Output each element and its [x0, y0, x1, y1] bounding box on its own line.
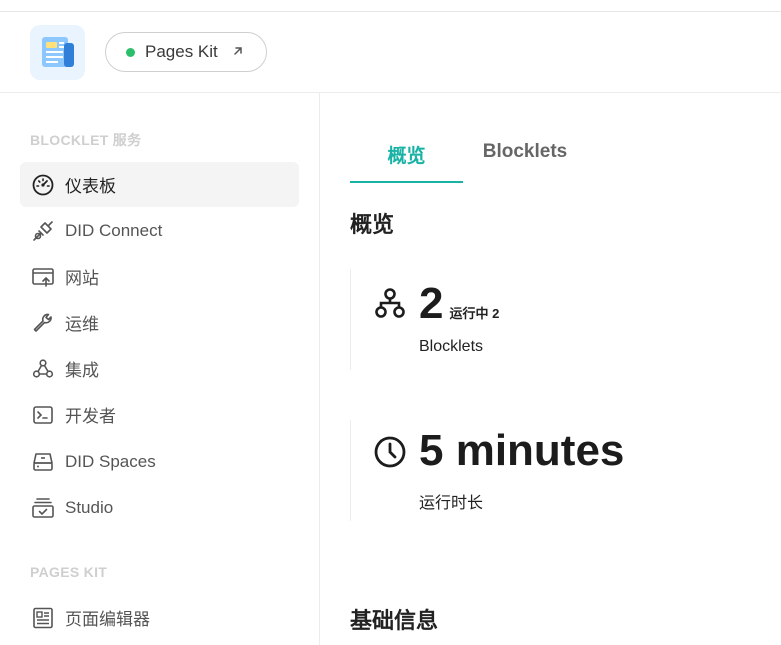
sidebar-item-label: DID Connect [65, 220, 163, 240]
browser-upload-icon [30, 264, 56, 290]
clock-icon [373, 435, 407, 474]
sidebar: BLOCKLET 服务 仪表板 DID Connect 网站 运维 集成 开发者… [0, 93, 319, 645]
arrow-up-right-icon [232, 44, 244, 60]
sidebar-section-title: BLOCKLET 服务 [30, 132, 142, 148]
drive-icon [30, 449, 56, 475]
hierarchy-icon [373, 286, 407, 325]
sidebar-item-label: 集成 [65, 361, 99, 380]
stat-label: 运行时长 [419, 495, 484, 512]
sidebar-item-label: Studio [65, 497, 114, 517]
status-dot [126, 47, 135, 57]
wrench-icon [30, 310, 56, 336]
sidebar-item-label: 页面编辑器 [65, 610, 150, 629]
sidebar-item-label: 网站 [65, 269, 99, 288]
sidebar-item-page-editor[interactable]: 页面编辑器 [20, 595, 299, 640]
sidebar-item-did-spaces[interactable]: DID Spaces [20, 439, 299, 484]
sidebar-item-label: 仪表板 [65, 177, 116, 196]
plug-icon [30, 218, 56, 244]
stat-number: 2 [419, 279, 444, 328]
sidebar-item-label: 运维 [65, 315, 99, 334]
webhook-icon [30, 356, 56, 382]
sidebar-item-studio[interactable]: Studio [20, 485, 299, 530]
app-logo[interactable] [30, 25, 85, 80]
sidebar-item-label: DID Spaces [65, 451, 156, 471]
sidebar-item-integrations[interactable]: 集成 [20, 346, 299, 391]
stat-value: 2 运行中 2 [419, 279, 499, 329]
tab-bar: 概览 Blocklets [350, 133, 587, 183]
sidebar-item-dashboard[interactable]: 仪表板 [20, 162, 299, 207]
stat-value: 5 minutes [419, 426, 625, 475]
sidebar-item-label: 开发者 [65, 407, 116, 426]
sidebar-item-operations[interactable]: 运维 [20, 300, 299, 345]
stat-label: Blocklets [419, 338, 484, 355]
tab-blocklets[interactable]: Blocklets [463, 133, 587, 183]
overview-heading: 概览 [350, 212, 395, 237]
newspaper-icon [42, 37, 74, 67]
terminal-icon [30, 402, 56, 428]
main-content: 概览 Blocklets 概览 2 运行中 2 Blocklets 5 minut… [320, 93, 781, 645]
basic-info-heading: 基础信息 [350, 608, 439, 633]
sidebar-section-title: PAGES KIT [30, 564, 108, 580]
running-count: 运行中 2 [449, 306, 500, 321]
stat-blocklets: 2 运行中 2 Blocklets [350, 269, 750, 370]
sidebar-item-did-connect[interactable]: DID Connect [20, 208, 299, 253]
tab-overview[interactable]: 概览 [350, 133, 463, 183]
document-icon [30, 605, 56, 631]
sidebar-item-developer[interactable]: 开发者 [20, 392, 299, 437]
app-name: Pages Kit [145, 42, 218, 61]
app-header: Pages Kit [0, 12, 781, 92]
gauge-icon [30, 172, 56, 198]
stat-uptime: 5 minutes 运行时长 [350, 420, 750, 521]
stack-check-icon [30, 495, 56, 521]
app-link-chip[interactable]: Pages Kit [105, 32, 267, 72]
sidebar-item-website[interactable]: 网站 [20, 254, 299, 299]
